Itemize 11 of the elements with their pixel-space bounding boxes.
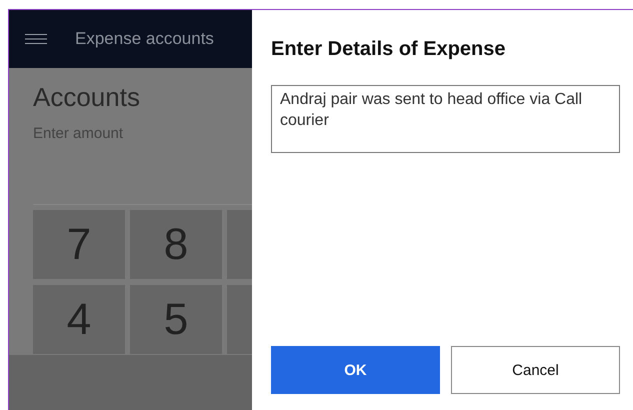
keypad-key[interactable]: 8 bbox=[130, 210, 222, 279]
details-field[interactable]: Andraj pair was sent to head office via Call courier bbox=[271, 85, 620, 153]
header-title: Expense accounts bbox=[75, 29, 214, 49]
ok-button[interactable]: OK bbox=[271, 346, 440, 394]
cancel-button[interactable]: Cancel bbox=[451, 346, 620, 394]
keypad-key[interactable]: 4 bbox=[33, 285, 125, 354]
keypad-key[interactable]: 7 bbox=[33, 210, 125, 279]
keypad-key[interactable]: 5 bbox=[130, 285, 222, 354]
page-title: Accounts bbox=[33, 82, 141, 113]
dialog-title: Enter Details of Expense bbox=[271, 38, 507, 61]
menu-icon[interactable] bbox=[25, 34, 47, 44]
